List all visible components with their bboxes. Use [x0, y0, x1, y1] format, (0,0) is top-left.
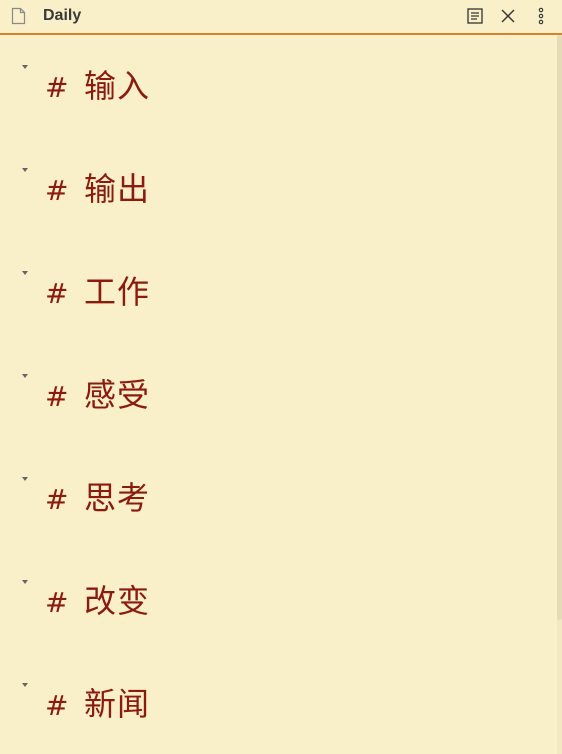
- heading-text: 感受: [84, 376, 151, 414]
- heading-2[interactable]: # 输出: [0, 168, 540, 218]
- heading-6[interactable]: # 改变: [0, 580, 540, 630]
- vertical-scrollbar[interactable]: [557, 35, 562, 754]
- heading-1[interactable]: # 输入: [0, 65, 540, 115]
- collapse-triangle-icon[interactable]: [22, 65, 28, 69]
- collapse-triangle-icon[interactable]: [22, 374, 28, 378]
- close-icon[interactable]: [498, 6, 518, 26]
- more-options-icon[interactable]: [531, 6, 551, 26]
- heading-7[interactable]: # 新闻: [0, 683, 540, 733]
- heading-marker: #: [45, 483, 69, 516]
- collapse-triangle-icon[interactable]: [22, 168, 28, 172]
- heading-text: 改变: [84, 582, 151, 620]
- file-icon: [11, 7, 26, 25]
- heading-text: 工作: [84, 273, 151, 311]
- heading-marker: #: [45, 586, 69, 619]
- heading-marker: #: [45, 689, 69, 722]
- heading-4[interactable]: # 感受: [0, 374, 540, 424]
- note-title: Daily: [43, 7, 82, 24]
- heading-marker: #: [45, 174, 69, 207]
- heading-marker: #: [45, 71, 69, 104]
- heading-text: 思考: [84, 479, 151, 517]
- collapse-triangle-icon[interactable]: [22, 580, 28, 584]
- collapse-triangle-icon[interactable]: [22, 683, 28, 687]
- scrollbar-thumb[interactable]: [557, 35, 562, 620]
- heading-marker: #: [45, 380, 69, 413]
- tab-header: Daily: [0, 0, 562, 35]
- reading-view-icon[interactable]: [465, 6, 485, 26]
- note-content[interactable]: # 输入 # 输出 # 工作 # 感受 # 思考 # 改变 # 新闻: [0, 35, 557, 754]
- collapse-triangle-icon[interactable]: [22, 271, 28, 275]
- heading-text: 输出: [84, 170, 151, 208]
- heading-marker: #: [45, 277, 69, 310]
- heading-3[interactable]: # 工作: [0, 271, 540, 321]
- collapse-triangle-icon[interactable]: [22, 477, 28, 481]
- heading-text: 输入: [84, 67, 151, 105]
- heading-text: 新闻: [84, 685, 151, 723]
- heading-5[interactable]: # 思考: [0, 477, 540, 527]
